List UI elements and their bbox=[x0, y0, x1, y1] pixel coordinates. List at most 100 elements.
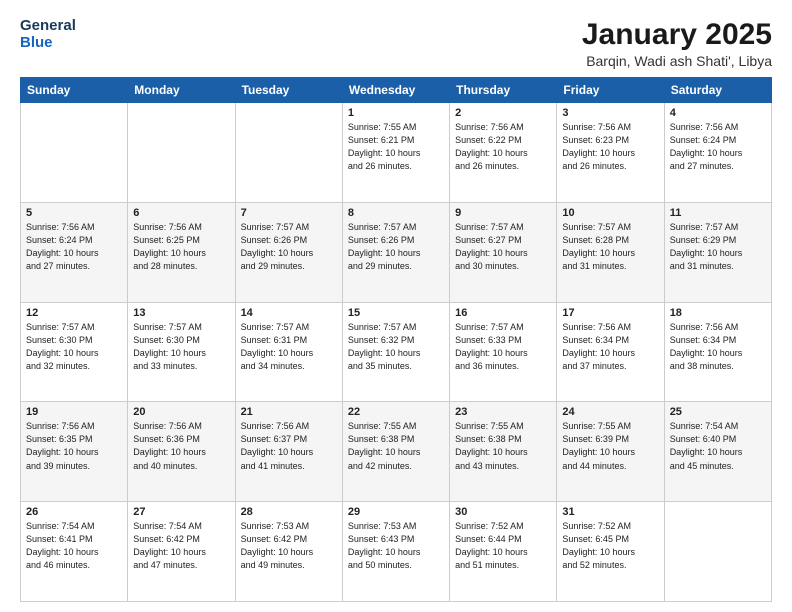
cell-w4-d3: 22Sunrise: 7:55 AM Sunset: 6:38 PM Dayli… bbox=[342, 402, 449, 502]
cell-w2-d6: 11 Sunrise: 7:57 AM Sunset: 6:29 PM Dayli… bbox=[664, 202, 771, 302]
week-row-5: 26Sunrise: 7:54 AM Sunset: 6:41 PM Dayli… bbox=[21, 502, 772, 602]
calendar-title: January 2025 bbox=[582, 18, 772, 51]
day-number: 23 bbox=[455, 406, 551, 418]
cell-w5-d5: 31 Sunrise: 7:52 AM Sunset: 6:45 PM Dayli… bbox=[557, 502, 664, 602]
calendar-table: Sunday Monday Tuesday Wednesday Thursday… bbox=[20, 77, 772, 602]
day-number: 20 bbox=[133, 406, 229, 418]
page: General Blue January 2025 Barqin, Wadi a… bbox=[0, 0, 792, 612]
day-number: 2 bbox=[455, 107, 551, 119]
day-info: Sunrise: 7:55 AM Sunset: 6:39 PM Dayligh… bbox=[562, 420, 658, 472]
day-number: 28 bbox=[241, 506, 337, 518]
cell-w4-d1: 20Sunrise: 7:56 AM Sunset: 6:36 PM Dayli… bbox=[128, 402, 235, 502]
header-friday: Friday bbox=[557, 78, 664, 103]
week-row-1: 1 Sunrise: 7:55 AM Sunset: 6:21 PM Daylig… bbox=[21, 103, 772, 203]
day-info: Sunrise: 7:54 AM Sunset: 6:40 PM Dayligh… bbox=[670, 420, 766, 472]
day-number: 29 bbox=[348, 506, 444, 518]
day-info: Sunrise: 7:55 AM Sunset: 6:21 PM Dayligh… bbox=[348, 121, 444, 173]
day-number: 7 bbox=[241, 207, 337, 219]
cell-w5-d0: 26Sunrise: 7:54 AM Sunset: 6:41 PM Dayli… bbox=[21, 502, 128, 602]
cell-w4-d6: 25 Sunrise: 7:54 AM Sunset: 6:40 PM Dayli… bbox=[664, 402, 771, 502]
logo-blue-text: Blue bbox=[20, 35, 76, 52]
cell-w3-d4: 16 Sunrise: 7:57 AM Sunset: 6:33 PM Dayli… bbox=[450, 302, 557, 402]
cell-w3-d6: 18 Sunrise: 7:56 AM Sunset: 6:34 PM Dayli… bbox=[664, 302, 771, 402]
header-wednesday: Wednesday bbox=[342, 78, 449, 103]
cell-w1-d5: 3Sunrise: 7:56 AM Sunset: 6:23 PM Daylig… bbox=[557, 103, 664, 203]
day-number: 25 bbox=[670, 406, 766, 418]
week-row-2: 5 Sunrise: 7:56 AM Sunset: 6:24 PM Daylig… bbox=[21, 202, 772, 302]
cell-w2-d4: 9 Sunrise: 7:57 AM Sunset: 6:27 PM Daylig… bbox=[450, 202, 557, 302]
cell-w1-d6: 4Sunrise: 7:56 AM Sunset: 6:24 PM Daylig… bbox=[664, 103, 771, 203]
day-info: Sunrise: 7:56 AM Sunset: 6:35 PM Dayligh… bbox=[26, 420, 122, 472]
day-number: 5 bbox=[26, 207, 122, 219]
day-number: 6 bbox=[133, 207, 229, 219]
day-info: Sunrise: 7:57 AM Sunset: 6:26 PM Dayligh… bbox=[348, 221, 444, 273]
day-number: 30 bbox=[455, 506, 551, 518]
cell-w2-d5: 10 Sunrise: 7:57 AM Sunset: 6:28 PM Dayli… bbox=[557, 202, 664, 302]
day-number: 27 bbox=[133, 506, 229, 518]
calendar-subtitle: Barqin, Wadi ash Shati', Libya bbox=[582, 53, 772, 69]
day-info: Sunrise: 7:54 AM Sunset: 6:42 PM Dayligh… bbox=[133, 520, 229, 572]
week-row-4: 19 Sunrise: 7:56 AM Sunset: 6:35 PM Dayli… bbox=[21, 402, 772, 502]
day-number: 9 bbox=[455, 207, 551, 219]
day-number: 24 bbox=[562, 406, 658, 418]
cell-w4-d0: 19 Sunrise: 7:56 AM Sunset: 6:35 PM Dayli… bbox=[21, 402, 128, 502]
day-info: Sunrise: 7:57 AM Sunset: 6:33 PM Dayligh… bbox=[455, 321, 551, 373]
cell-w2-d0: 5 Sunrise: 7:56 AM Sunset: 6:24 PM Daylig… bbox=[21, 202, 128, 302]
cell-w2-d3: 8 Sunrise: 7:57 AM Sunset: 6:26 PM Daylig… bbox=[342, 202, 449, 302]
day-info: Sunrise: 7:57 AM Sunset: 6:32 PM Dayligh… bbox=[348, 321, 444, 373]
day-info: Sunrise: 7:52 AM Sunset: 6:45 PM Dayligh… bbox=[562, 520, 658, 572]
day-info: Sunrise: 7:56 AM Sunset: 6:37 PM Dayligh… bbox=[241, 420, 337, 472]
day-number: 11 bbox=[670, 207, 766, 219]
cell-w3-d2: 14 Sunrise: 7:57 AM Sunset: 6:31 PM Dayli… bbox=[235, 302, 342, 402]
logo: General Blue bbox=[20, 18, 76, 51]
day-info: Sunrise: 7:52 AM Sunset: 6:44 PM Dayligh… bbox=[455, 520, 551, 572]
day-info: Sunrise: 7:53 AM Sunset: 6:43 PM Dayligh… bbox=[348, 520, 444, 572]
cell-w1-d0 bbox=[21, 103, 128, 203]
day-info: Sunrise: 7:57 AM Sunset: 6:31 PM Dayligh… bbox=[241, 321, 337, 373]
day-number: 15 bbox=[348, 307, 444, 319]
day-number: 31 bbox=[562, 506, 658, 518]
day-number: 26 bbox=[26, 506, 122, 518]
day-number: 4 bbox=[670, 107, 766, 119]
day-info: Sunrise: 7:56 AM Sunset: 6:34 PM Dayligh… bbox=[562, 321, 658, 373]
day-number: 21 bbox=[241, 406, 337, 418]
day-number: 14 bbox=[241, 307, 337, 319]
weekday-header-row: Sunday Monday Tuesday Wednesday Thursday… bbox=[21, 78, 772, 103]
day-number: 12 bbox=[26, 307, 122, 319]
day-number: 10 bbox=[562, 207, 658, 219]
day-number: 1 bbox=[348, 107, 444, 119]
day-number: 13 bbox=[133, 307, 229, 319]
day-number: 16 bbox=[455, 307, 551, 319]
day-number: 8 bbox=[348, 207, 444, 219]
day-info: Sunrise: 7:57 AM Sunset: 6:27 PM Dayligh… bbox=[455, 221, 551, 273]
cell-w5-d2: 28Sunrise: 7:53 AM Sunset: 6:42 PM Dayli… bbox=[235, 502, 342, 602]
day-info: Sunrise: 7:57 AM Sunset: 6:29 PM Dayligh… bbox=[670, 221, 766, 273]
cell-w4-d2: 21 Sunrise: 7:56 AM Sunset: 6:37 PM Dayli… bbox=[235, 402, 342, 502]
cell-w1-d3: 1 Sunrise: 7:55 AM Sunset: 6:21 PM Daylig… bbox=[342, 103, 449, 203]
day-info: Sunrise: 7:56 AM Sunset: 6:34 PM Dayligh… bbox=[670, 321, 766, 373]
cell-w4-d5: 24 Sunrise: 7:55 AM Sunset: 6:39 PM Dayli… bbox=[557, 402, 664, 502]
cell-w1-d2 bbox=[235, 103, 342, 203]
day-info: Sunrise: 7:56 AM Sunset: 6:23 PM Dayligh… bbox=[562, 121, 658, 173]
day-info: Sunrise: 7:57 AM Sunset: 6:30 PM Dayligh… bbox=[133, 321, 229, 373]
header-tuesday: Tuesday bbox=[235, 78, 342, 103]
day-info: Sunrise: 7:57 AM Sunset: 6:26 PM Dayligh… bbox=[241, 221, 337, 273]
day-number: 22 bbox=[348, 406, 444, 418]
day-number: 18 bbox=[670, 307, 766, 319]
day-info: Sunrise: 7:56 AM Sunset: 6:22 PM Dayligh… bbox=[455, 121, 551, 173]
cell-w2-d1: 6Sunrise: 7:56 AM Sunset: 6:25 PM Daylig… bbox=[128, 202, 235, 302]
header-saturday: Saturday bbox=[664, 78, 771, 103]
cell-w3-d0: 12Sunrise: 7:57 AM Sunset: 6:30 PM Dayli… bbox=[21, 302, 128, 402]
cell-w1-d1 bbox=[128, 103, 235, 203]
title-block: January 2025 Barqin, Wadi ash Shati', Li… bbox=[582, 18, 772, 69]
header-sunday: Sunday bbox=[21, 78, 128, 103]
day-info: Sunrise: 7:56 AM Sunset: 6:24 PM Dayligh… bbox=[26, 221, 122, 273]
cell-w3-d5: 17Sunrise: 7:56 AM Sunset: 6:34 PM Dayli… bbox=[557, 302, 664, 402]
cell-w5-d6 bbox=[664, 502, 771, 602]
week-row-3: 12 Sunrise: 7:57 AM Sunset: 6:30 PM Dayli… bbox=[21, 302, 772, 402]
day-number: 19 bbox=[26, 406, 122, 418]
header-thursday: Thursday bbox=[450, 78, 557, 103]
cell-w5-d4: 30 Sunrise: 7:52 AM Sunset: 6:44 PM Dayli… bbox=[450, 502, 557, 602]
cell-w3-d3: 15 Sunrise: 7:57 AM Sunset: 6:32 PM Dayli… bbox=[342, 302, 449, 402]
day-info: Sunrise: 7:57 AM Sunset: 6:28 PM Dayligh… bbox=[562, 221, 658, 273]
